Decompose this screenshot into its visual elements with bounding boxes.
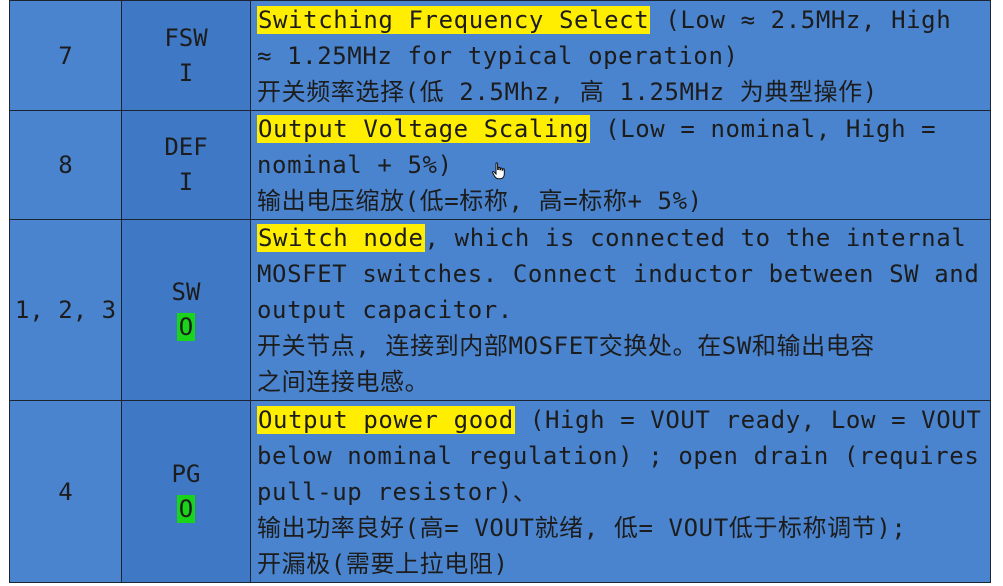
pin-name-cell: FSW I [121,0,251,111]
description-line: nominal + 5%) [257,151,453,179]
description-line: Switching Frequency Select (Low ≈ 2.5MHz… [257,5,952,34]
highlighted-term: Output power good [257,405,515,434]
table-row: 1, 2, 3 SW O Switch node, which is conne… [9,219,991,401]
pin-description-cell: Switch node, which is connected to the i… [250,219,991,401]
pin-description-cell: Output Voltage Scaling (Low = nominal, H… [250,110,991,220]
pin-name: SW [171,278,201,306]
pin-number-cell: 8 [9,110,122,220]
pin-name: DEF [164,133,208,161]
table-row: 7 FSW I Switching Frequency Select (Low … [9,0,991,111]
description-line: output capacitor. [257,296,513,324]
description-line-chinese: 之间连接电感。 [257,368,430,396]
description-line-chinese: 开关频率选择(低 2.5Mhz, 高 1.25MHz 为典型操作) [257,77,878,106]
description-line: ≈ 1.25MHz for typical operation) [257,41,739,70]
description-line: Switch node, which is connected to the i… [257,224,967,252]
pin-number: 7 [58,41,73,70]
document-page: 7 FSW I Switching Frequency Select (Low … [0,0,1003,586]
description-line: Output Voltage Scaling (Low = nominal, H… [257,115,937,143]
pin-io-type: I [178,58,194,87]
highlighted-term: Switching Frequency Select [257,5,651,34]
description-line-chinese: 开关节点, 连接到内部MOSFET交换处。在SW和输出电容 [257,332,875,360]
description-line-chinese: 开漏极(需要上拉电阻) [257,549,509,578]
hand-pointer-icon [492,162,505,180]
pin-number-cell: 1, 2, 3 [9,219,122,401]
description-line: Output power good (High = VOUT ready, Lo… [257,405,982,434]
pin-description-cell: Output power good (High = VOUT ready, Lo… [250,400,991,583]
highlighted-term: Switch node [257,224,425,252]
pin-number: 1, 2, 3 [14,296,117,324]
description-line: MOSFET switches. Connect inductor betwee… [257,260,980,288]
pin-name-cell: SW O [121,219,251,401]
description-line-chinese: 输出电压缩放(低=标称, 高=标称+ 5%) [257,187,703,215]
pin-name: FSW [164,23,208,52]
pin-description-table: 7 FSW I Switching Frequency Select (Low … [9,0,991,583]
pin-number: 8 [58,151,73,179]
pin-io-type: O [176,313,196,341]
description-line-chinese: 输出功率良好(高= VOUT就绪, 低= VOUT低于标称调节); [257,513,907,542]
description-line: pull-up resistor)、 [257,477,538,506]
pin-number-cell: 4 [9,400,122,583]
highlighted-term: Output Voltage Scaling [257,115,591,143]
pin-description-cell: Switching Frequency Select (Low ≈ 2.5MHz… [250,0,991,111]
pin-io-type: I [178,168,194,196]
description-line: below nominal regulation) ; open drain (… [257,441,980,470]
pin-io-type: O [176,494,196,523]
pin-number-cell: 7 [9,0,122,111]
pin-name-cell: DEF I [121,110,251,220]
pin-number: 4 [58,477,73,506]
pin-name: PG [171,459,201,488]
pin-name-cell: PG O [121,400,251,583]
table-row: 4 PG O Output power good (High = VOUT re… [9,400,991,583]
